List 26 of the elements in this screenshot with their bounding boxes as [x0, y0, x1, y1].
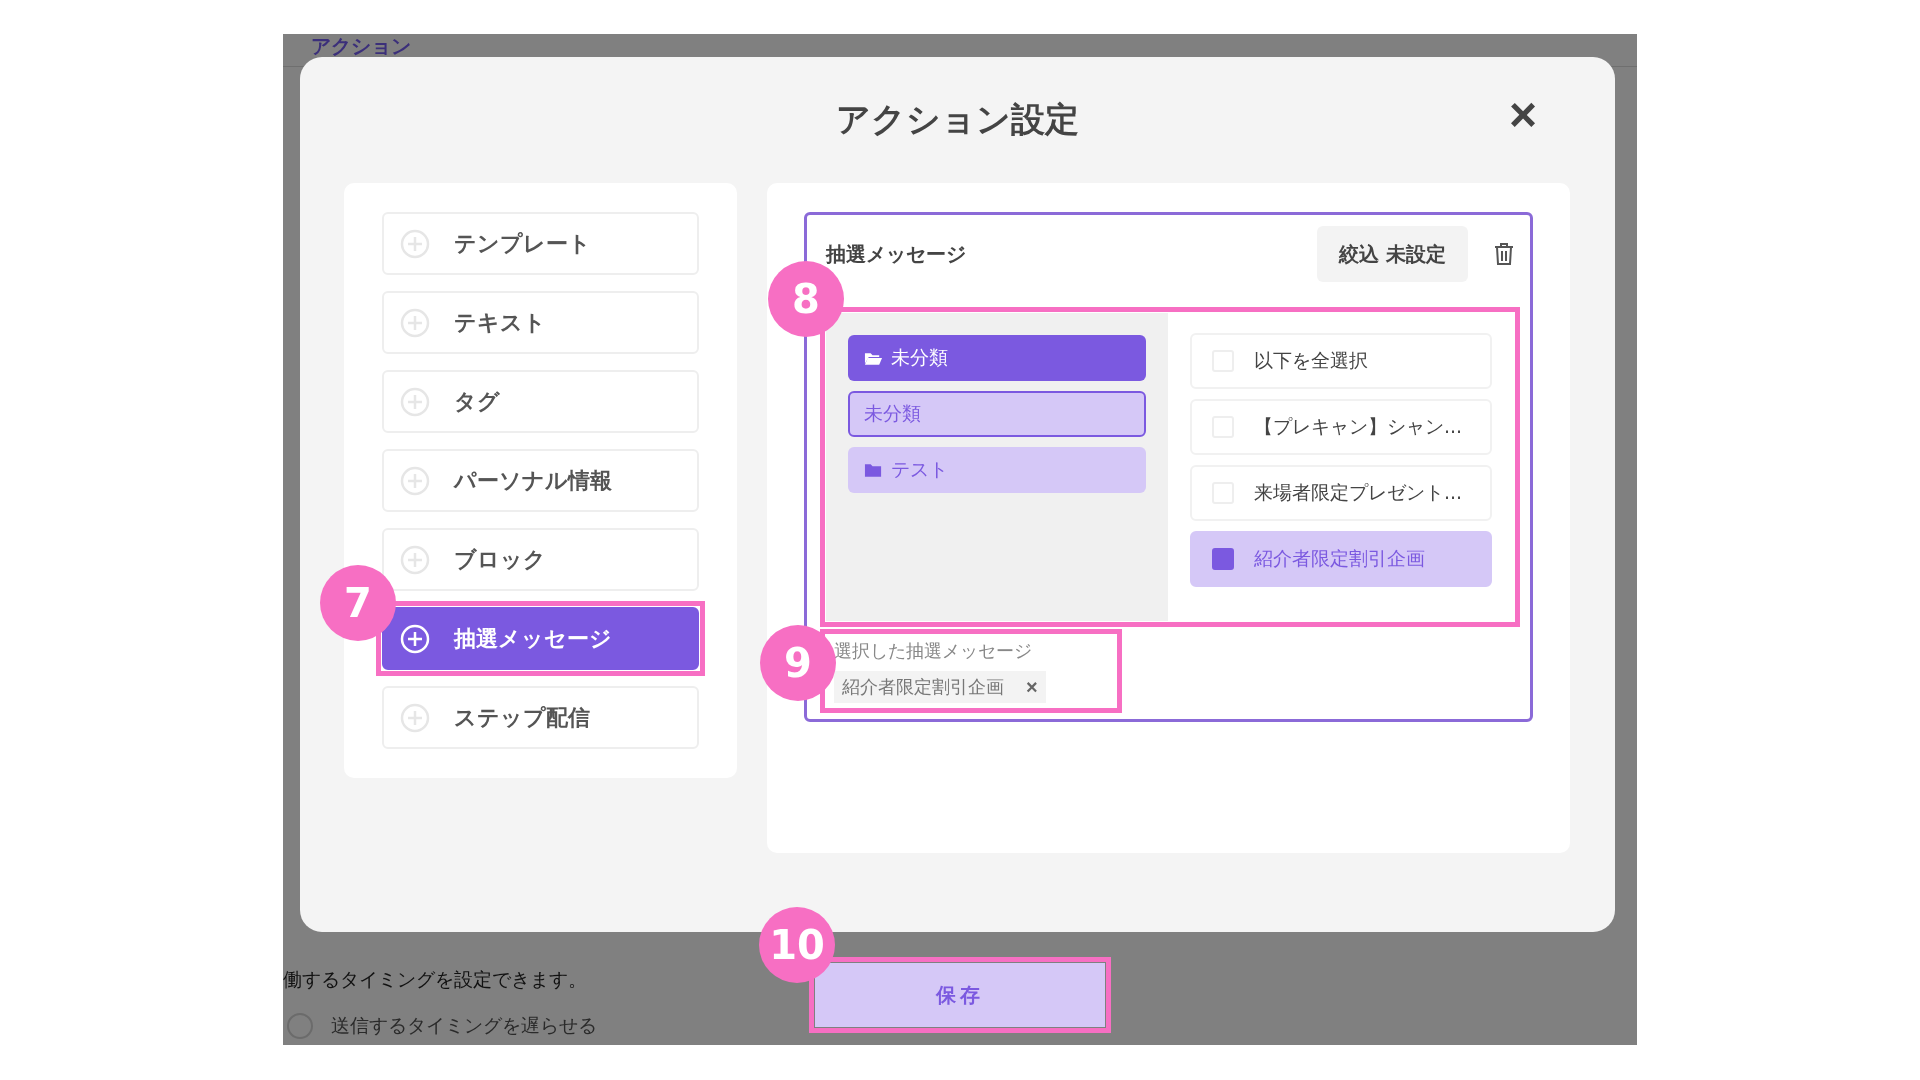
- close-button[interactable]: ×: [1504, 91, 1541, 139]
- dialog-title: アクション設定: [836, 98, 1079, 141]
- option-label: 以下を全選択: [1254, 348, 1368, 373]
- sidebar-item[interactable]: タグ: [382, 370, 699, 433]
- callout-number: 7: [320, 565, 396, 641]
- message-option[interactable]: 【プレキャン】シャン...: [1190, 399, 1492, 455]
- section-heading: アクション: [311, 34, 411, 58]
- sidebar-item[interactable]: ステップ配信: [382, 686, 699, 749]
- sidebar-item[interactable]: ブロック: [382, 528, 699, 591]
- message-option[interactable]: 以下を全選択: [1190, 333, 1492, 389]
- field-label: 選択した抽選メッセージ: [834, 639, 1033, 663]
- option-label: 紹介者限定割引企画: [1254, 546, 1425, 571]
- sidebar-item[interactable]: 抽選メッセージ: [382, 607, 699, 670]
- radio-label: 送信するタイミングを遅らせる: [331, 1013, 597, 1038]
- chip-label: 紹介者限定割引企画: [842, 675, 1004, 699]
- description-text: 働するタイミングを設定できます。: [283, 967, 588, 992]
- option-label: 【プレキャン】シャン...: [1254, 414, 1463, 439]
- sidebar-item[interactable]: パーソナル情報: [382, 449, 699, 512]
- filter-button[interactable]: 絞込 未設定: [1317, 226, 1468, 282]
- message-option[interactable]: 来場者限定プレゼント...: [1190, 465, 1492, 521]
- sidebar-item[interactable]: テンプレート: [382, 212, 699, 275]
- folder-item[interactable]: 未分類: [848, 335, 1146, 381]
- sidebar-item[interactable]: テキスト: [382, 291, 699, 354]
- remove-button[interactable]: ×: [1026, 675, 1038, 699]
- callout-number: 9: [760, 625, 836, 701]
- option-label: 来場者限定プレゼント...: [1254, 480, 1463, 505]
